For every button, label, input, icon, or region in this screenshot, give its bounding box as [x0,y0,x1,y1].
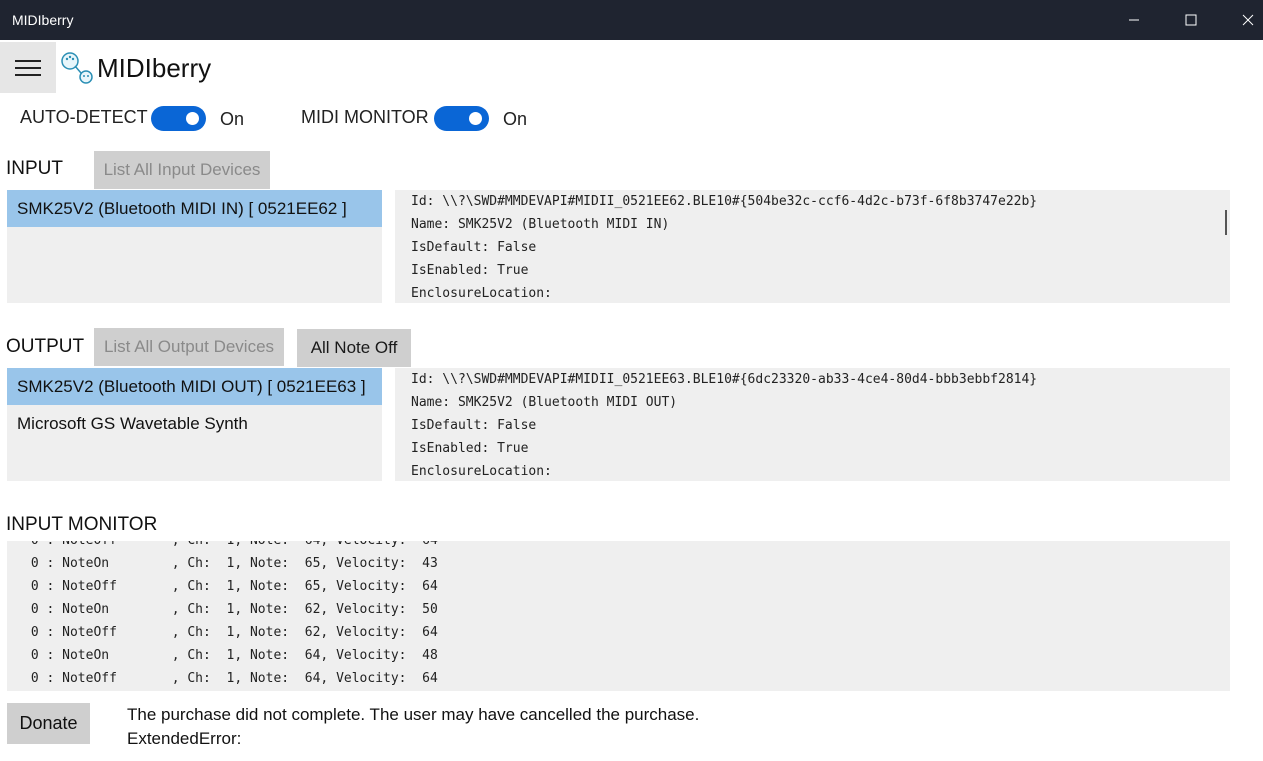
input-monitor-log[interactable]: 0 : NoteOff , Ch: 1, Note: 64, Velocity:… [7,541,1230,691]
detail-line: IsEnabled: True [411,441,529,456]
window-title: MIDIberry [12,12,74,28]
monitor-line: 0 : NoteOff , Ch: 1, Note: 64, Velocity:… [23,671,438,686]
toggle-knob [469,112,482,125]
monitor-line: 0 : NoteOff , Ch: 1, Note: 64, Velocity:… [7,541,1230,552]
monitor-line: 0 : NoteOff , Ch: 1, Note: 65, Velocity:… [23,579,438,594]
auto-detect-toggle[interactable] [151,106,206,131]
monitor-line: 0 : NoteOn , Ch: 1, Note: 64, Velocity: … [23,648,438,663]
list-output-devices-button[interactable]: List All Output Devices [94,328,284,366]
list-input-devices-button[interactable]: List All Input Devices [94,151,270,189]
close-icon [1242,14,1254,26]
monitor-line: 0 : NoteOn , Ch: 1, Note: 62, Velocity: … [23,602,438,617]
auto-detect-label: AUTO-DETECT [20,107,148,127]
minimize-icon [1129,19,1139,21]
input-section-title: INPUT [6,158,63,179]
detail-line: IsEnabled: True [411,263,529,278]
output-device-item[interactable]: Microsoft GS Wavetable Synth [7,405,382,442]
detail-line: EnclosureLocation: [411,286,552,301]
title-bar: MIDIberry [0,0,1263,40]
minimize-button[interactable] [1106,0,1162,40]
detail-line: Name: SMK25V2 (Bluetooth MIDI IN) [411,217,670,232]
midi-monitor-toggle[interactable] [434,106,489,131]
detail-line: IsDefault: False [411,418,537,433]
close-button[interactable] [1220,0,1263,40]
output-device-item[interactable]: SMK25V2 (Bluetooth MIDI OUT) [ 0521EE63 … [7,368,382,405]
input-device-list[interactable]: SMK25V2 (Bluetooth MIDI IN) [ 0521EE62 ] [7,190,382,303]
input-device-item[interactable]: SMK25V2 (Bluetooth MIDI IN) [ 0521EE62 ] [7,190,382,227]
monitor-line: 0 : NoteOff , Ch: 1, Note: 62, Velocity:… [23,625,438,640]
output-device-details: Id: \\?\SWD#MMDEVAPI#MIDII_0521EE63.BLE1… [395,368,1230,481]
detail-line: Id: \\?\SWD#MMDEVAPI#MIDII_0521EE63.BLE1… [411,372,1038,387]
extended-error-label: ExtendedError: [127,729,242,748]
purchase-status-message: The purchase did not complete. The user … [127,705,700,724]
output-device-list[interactable]: SMK25V2 (Bluetooth MIDI OUT) [ 0521EE63 … [7,368,382,481]
maximize-icon [1185,14,1197,26]
detail-line: IsDefault: False [411,240,537,255]
detail-line: EnclosureLocation: [411,464,552,479]
midi-monitor-label: MIDI MONITOR [301,107,429,127]
auto-detect-state: On [220,109,245,129]
toggle-knob [186,112,199,125]
hamburger-menu-button[interactable] [0,42,56,93]
output-section-title: OUTPUT [6,336,85,357]
scrollbar-thumb[interactable] [1225,210,1227,235]
midiberry-logo-icon [61,52,93,84]
all-note-off-button[interactable]: All Note Off [297,329,411,367]
detail-line: Name: SMK25V2 (Bluetooth MIDI OUT) [411,395,678,410]
donate-button[interactable]: Donate [7,703,90,744]
detail-line: Id: \\?\SWD#MMDEVAPI#MIDII_0521EE62.BLE1… [411,194,1038,209]
input-monitor-title: INPUT MONITOR [6,514,158,535]
maximize-button[interactable] [1163,0,1219,40]
hamburger-menu-icon [15,59,41,76]
midi-monitor-state: On [503,109,528,129]
input-device-details: Id: \\?\SWD#MMDEVAPI#MIDII_0521EE62.BLE1… [395,190,1230,303]
monitor-line: 0 : NoteOn , Ch: 1, Note: 65, Velocity: … [23,556,438,571]
app-name: MIDIberry [97,53,212,83]
